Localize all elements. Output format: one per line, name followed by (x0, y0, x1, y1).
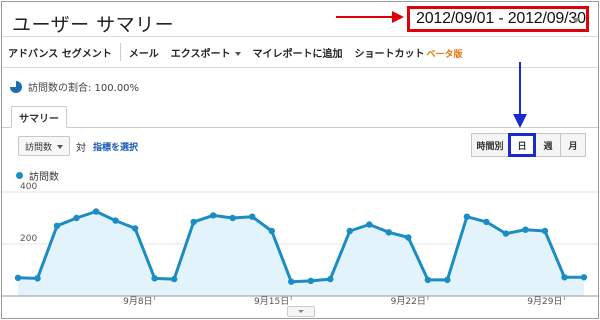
data-point (268, 227, 275, 235)
data-point (444, 276, 451, 284)
x-tick-label: 9月29日 (527, 296, 562, 306)
data-point (541, 227, 549, 235)
red-arrow-annotation (336, 11, 404, 23)
data-point (209, 212, 217, 219)
segment-label: 訪問数の割合: 100.00% (28, 83, 140, 94)
add-to-dashboard-button[interactable]: マイレポートに追加 (247, 45, 349, 60)
advanced-segments-button[interactable]: アドバンス セグメント (2, 45, 118, 60)
data-point (405, 234, 412, 241)
granularity-week-button[interactable]: 週 (535, 133, 561, 157)
data-point (112, 217, 119, 224)
data-point (366, 221, 373, 228)
report-frame: ユーザー サマリー 2012/09/01 - 2012/09/30 アドバンス … (1, 1, 599, 319)
data-point (229, 214, 236, 222)
shortcut-label: ショートカット (354, 48, 425, 60)
data-point (53, 222, 61, 229)
y-tick-label: 400 (20, 182, 37, 192)
chevron-down-icon (572, 18, 580, 23)
page-title: ユーザー サマリー (12, 14, 175, 36)
data-point (483, 218, 490, 226)
data-point (522, 226, 529, 233)
data-point (249, 213, 256, 220)
data-point (34, 275, 41, 282)
y-tick-label: 200 (20, 234, 37, 244)
data-point (131, 225, 139, 232)
x-tick-label: 9月8日 (123, 296, 152, 306)
granularity-month-button[interactable]: 月 (560, 133, 586, 157)
x-tick-label: 9月15日 (254, 296, 289, 306)
data-point (502, 230, 510, 237)
granularity-day-button[interactable]: 日 (508, 133, 536, 157)
data-point (190, 218, 197, 226)
data-point (288, 278, 295, 285)
data-point (561, 274, 568, 281)
beta-badge: ベータ版 (426, 49, 463, 60)
shortcut-button[interactable]: ショートカット ベータ版 (349, 45, 469, 60)
chevron-down-icon (57, 145, 63, 149)
granularity-toggle: 時間別 日 週 月 (471, 133, 586, 157)
blue-arrow-annotation (513, 62, 527, 128)
date-range-text: 2012/09/01 - 2012/09/30 (416, 10, 586, 27)
granularity-hourly-button[interactable]: 時間別 (471, 133, 509, 157)
series-area (18, 211, 584, 296)
tab-divider (2, 127, 598, 128)
toolbar-separator (119, 43, 121, 61)
metric-selector[interactable]: 訪問数 (18, 136, 70, 156)
data-point (307, 277, 314, 285)
chart-resize-handle[interactable] (287, 306, 315, 317)
data-point (346, 227, 353, 235)
metric-label: 訪問数 (25, 142, 53, 153)
x-tick-label: 9月22日 (391, 296, 426, 306)
data-point (92, 208, 100, 215)
email-button[interactable]: メール (123, 45, 165, 60)
toolbar: アドバンス セグメント メール エクスポート マイレポートに追加 ショートカット… (2, 37, 598, 67)
export-label: エクスポート (170, 48, 231, 60)
data-point (170, 275, 178, 283)
data-point (151, 275, 158, 282)
vs-label: 対 (76, 143, 86, 154)
visits-chart: 400 200 9月8日 9月15日 9月22日 9月29日 (2, 182, 598, 306)
data-point (14, 274, 22, 281)
date-range-picker[interactable]: 2012/09/01 - 2012/09/30 (407, 6, 589, 32)
tab-summary[interactable]: サマリー (11, 106, 67, 128)
toolbar-divider (2, 67, 598, 68)
chevron-down-icon (234, 51, 241, 56)
data-point (424, 276, 432, 284)
data-point (580, 274, 588, 281)
pie-icon (10, 80, 22, 93)
data-point (327, 275, 334, 283)
data-point (463, 213, 471, 220)
data-point (385, 229, 393, 236)
choose-metric-link[interactable]: 指標を選択 (93, 140, 138, 153)
segment-indicator: 訪問数の割合: 100.00% (10, 79, 139, 94)
export-button[interactable]: エクスポート (165, 45, 247, 60)
data-point (73, 214, 80, 222)
